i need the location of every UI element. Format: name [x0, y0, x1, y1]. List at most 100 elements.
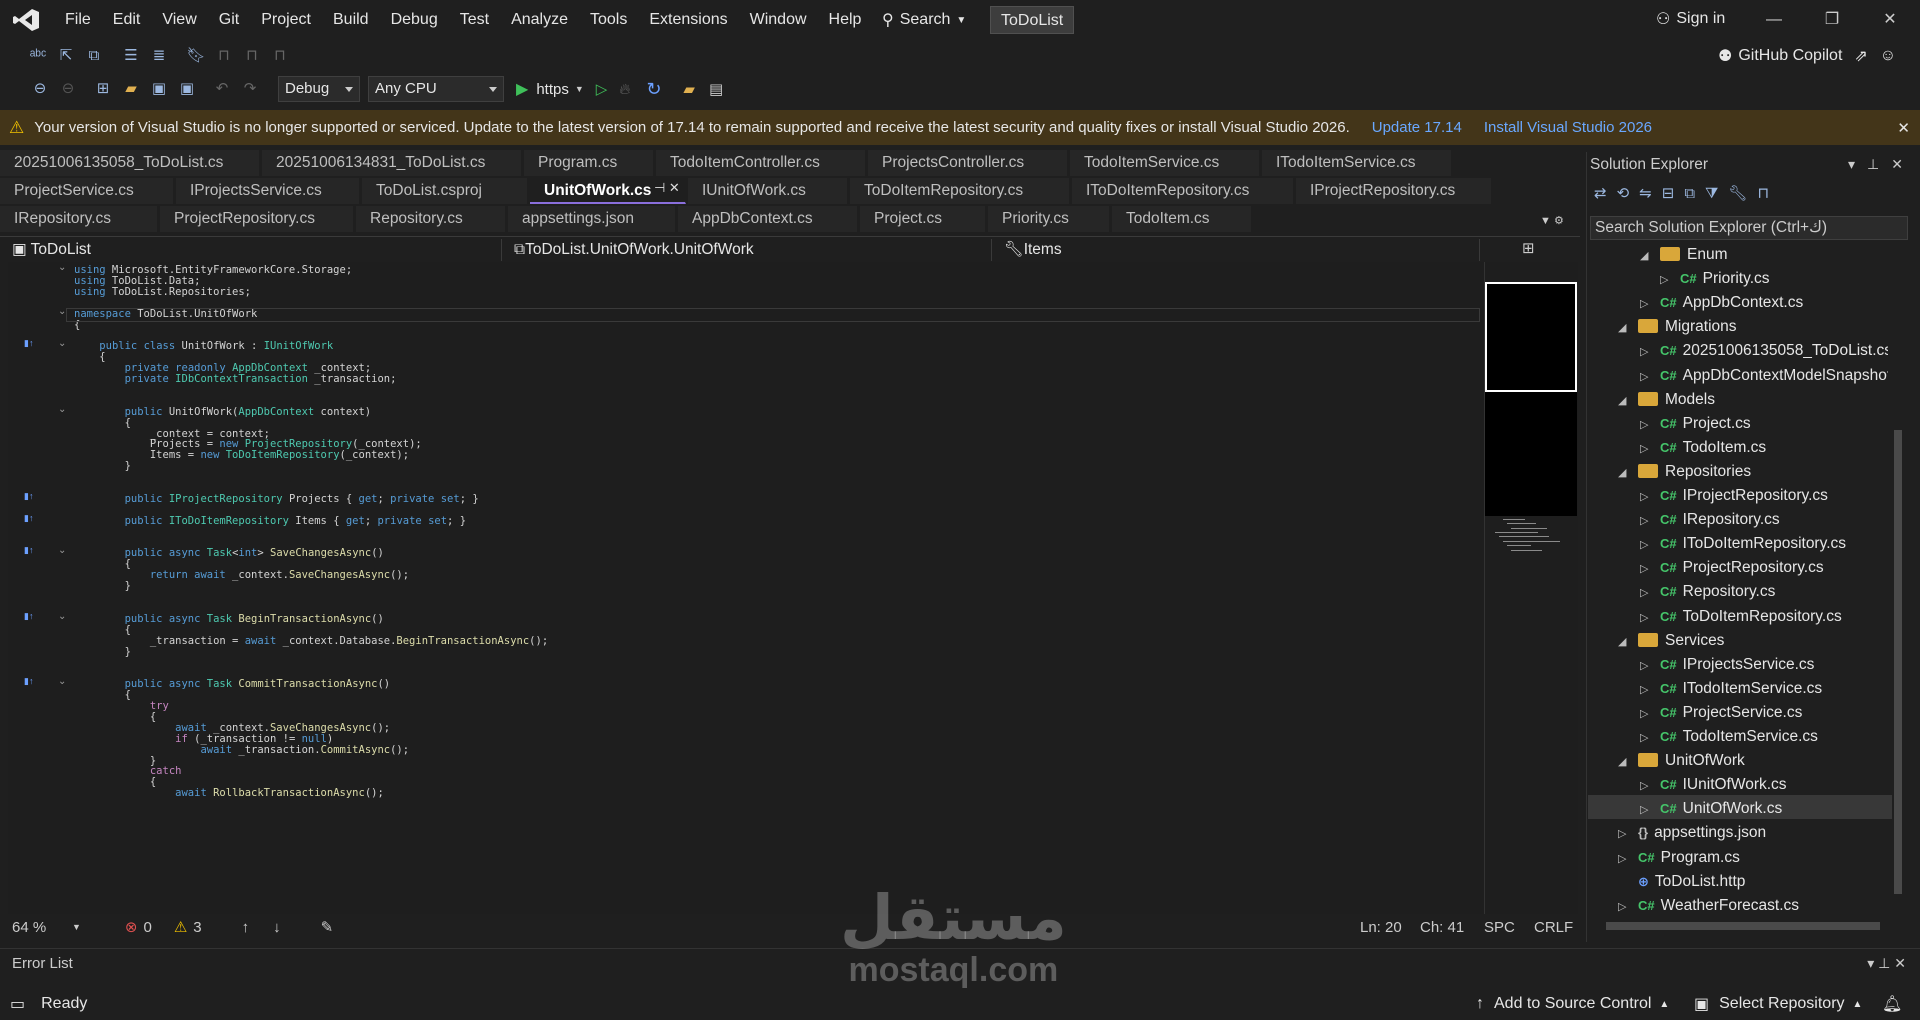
- tree-item[interactable]: ⊕ ToDoList.http: [1618, 870, 1745, 894]
- undo-icon[interactable]: ↶: [211, 78, 233, 100]
- tab-projectscontroller-cs[interactable]: ProjectsController.cs: [868, 150, 1068, 176]
- copy-icon[interactable]: ⧉: [83, 45, 105, 67]
- tab-itodoitemrepository-cs[interactable]: IToDoItemRepository.cs: [1072, 178, 1294, 204]
- tab-todolist-csproj[interactable]: ToDoList.csproj: [362, 178, 528, 204]
- tree-item[interactable]: ◢ Enum: [1640, 243, 1728, 267]
- tree-item[interactable]: ▷ C# IProjectRepository.cs: [1640, 484, 1828, 508]
- fold-toggle-icon[interactable]: ⌄: [58, 404, 66, 415]
- expand-arrow-icon[interactable]: ▷: [1640, 606, 1654, 630]
- tree-item[interactable]: ▷ C# ToDoItemRepository.cs: [1640, 605, 1842, 629]
- tab-todoitemcontroller-cs[interactable]: TodoItemController.cs: [656, 150, 866, 176]
- close-icon[interactable]: ✕: [1891, 156, 1903, 173]
- hot-reload-icon[interactable]: 🔥︎: [619, 81, 630, 98]
- start-without-debugging-icon[interactable]: ▷: [596, 80, 608, 98]
- source-control-button[interactable]: ↑ Add to Source Control ▲: [1476, 995, 1669, 1013]
- type-dropdown[interactable]: ⧉ToDoList.UnitOfWork.UnitOfWork: [506, 239, 992, 261]
- menu-build[interactable]: Build: [322, 0, 380, 40]
- warning-count[interactable]: 3: [193, 919, 201, 936]
- tree-item[interactable]: ▷ C# 20251006135058_ToDoList.cs: [1640, 339, 1888, 363]
- fold-toggle-icon[interactable]: ⌄: [58, 262, 66, 273]
- panel-actions-icon[interactable]: ▾ ⊥ ✕: [1867, 955, 1906, 972]
- save-all-icon[interactable]: ▣: [176, 78, 198, 100]
- minimize-button[interactable]: —: [1762, 8, 1786, 32]
- collapse-all-icon[interactable]: ⊟: [1662, 184, 1675, 202]
- expand-arrow-icon[interactable]: ▷: [1640, 509, 1654, 533]
- brush-icon[interactable]: ✎: [321, 918, 334, 936]
- bookmark-next-icon[interactable]: ⊓: [241, 45, 263, 67]
- menu-file[interactable]: File: [54, 0, 102, 40]
- error-count[interactable]: 0: [144, 919, 152, 936]
- preview-icon[interactable]: ⊓: [1757, 184, 1769, 202]
- project-dropdown[interactable]: ▣ ToDoList: [4, 239, 502, 261]
- expand-arrow-icon[interactable]: ▷: [1640, 340, 1654, 364]
- tree-item[interactable]: ◢ UnitOfWork: [1618, 749, 1745, 773]
- tab-todoitemservice-cs[interactable]: TodoItemService.cs: [1070, 150, 1260, 176]
- menu-analyze[interactable]: Analyze: [500, 0, 579, 40]
- close-tab-icon[interactable]: ⊣ ✕: [654, 180, 680, 196]
- switch-views-icon[interactable]: ⇄: [1594, 184, 1607, 202]
- chevron-down-icon[interactable]: ▼: [575, 84, 584, 94]
- split-editor-icon[interactable]: ⊞: [1522, 239, 1535, 257]
- collapse-arrow-icon[interactable]: ◢: [1640, 244, 1654, 268]
- search-button[interactable]: ⚲ Search ▼: [874, 7, 974, 33]
- tab-todoitem-cs[interactable]: TodoItem.cs: [1112, 206, 1252, 232]
- close-icon[interactable]: ✕: [1897, 119, 1910, 137]
- minimap-viewport[interactable]: [1485, 282, 1577, 392]
- properties-icon[interactable]: 🔧︎: [1728, 184, 1747, 202]
- tree-item[interactable]: ▷ C# AppDbContext.cs: [1640, 291, 1803, 315]
- forward-icon[interactable]: ⊖: [57, 78, 79, 100]
- tab-repository-cs[interactable]: Repository.cs: [356, 206, 506, 232]
- fold-toggle-icon[interactable]: ⌄: [58, 676, 66, 687]
- fold-toggle-icon[interactable]: ⌄: [58, 611, 66, 622]
- codelens-glyph-icon[interactable]: ▮↑: [24, 491, 33, 502]
- tab-priority-cs[interactable]: Priority.cs: [988, 206, 1110, 232]
- tree-item[interactable]: ▷ C# UnitOfWork.cs: [1640, 797, 1782, 821]
- menu-extensions[interactable]: Extensions: [638, 0, 738, 40]
- select-icon[interactable]: ⇱: [55, 45, 77, 67]
- redo-icon[interactable]: ↷: [239, 78, 261, 100]
- share-icon[interactable]: ⇗: [1854, 46, 1867, 66]
- sync-icon[interactable]: ⇋: [1639, 184, 1652, 202]
- fold-toggle-icon[interactable]: ⌄: [58, 338, 66, 349]
- tab-iprojectsservice-cs[interactable]: IProjectsService.cs: [176, 178, 360, 204]
- bookmark-prev-icon[interactable]: ⊓: [213, 45, 235, 67]
- github-copilot-button[interactable]: ⚉ GitHub Copilot ⇗ ☺: [1718, 46, 1896, 66]
- platform-select[interactable]: Any CPU: [368, 76, 504, 102]
- menu-window[interactable]: Window: [739, 0, 818, 40]
- show-all-files-icon[interactable]: ⧉: [1684, 185, 1695, 202]
- sign-in-button[interactable]: ⚇ Sign in: [1656, 9, 1725, 29]
- outdent-icon[interactable]: ≣: [148, 45, 170, 67]
- back-icon[interactable]: ⊖: [29, 78, 51, 100]
- expand-arrow-icon[interactable]: ▷: [1640, 581, 1654, 605]
- update-link[interactable]: Update 17.14: [1372, 119, 1462, 136]
- scrollbar-thumb[interactable]: [1894, 430, 1902, 894]
- collapse-arrow-icon[interactable]: ◢: [1618, 750, 1632, 774]
- menu-project[interactable]: Project: [250, 0, 322, 40]
- refresh-icon[interactable]: ↻: [646, 79, 661, 100]
- expand-arrow-icon[interactable]: ▷: [1640, 533, 1654, 557]
- codelens-glyph-icon[interactable]: ▮↑: [24, 513, 33, 524]
- tree-item[interactable]: ◢ Migrations: [1618, 315, 1737, 339]
- error-list-title[interactable]: Error List: [12, 955, 73, 972]
- tab-todoitemrepository-cs[interactable]: ToDoItemRepository.cs: [850, 178, 1070, 204]
- pin-icon[interactable]: ⊥: [1867, 156, 1879, 173]
- layout-icon[interactable]: ▤: [709, 80, 723, 98]
- expand-arrow-icon[interactable]: ▷: [1618, 822, 1632, 846]
- tab-appsettings-json[interactable]: appsettings.json: [508, 206, 676, 232]
- line-number[interactable]: Ln: 20: [1360, 919, 1402, 936]
- menu-help[interactable]: Help: [818, 0, 873, 40]
- tree-item[interactable]: ▷ C# IRepository.cs: [1640, 508, 1780, 532]
- close-window-button[interactable]: ✕: [1878, 8, 1902, 32]
- codelens-glyph-icon[interactable]: ▮↑: [24, 676, 33, 687]
- tree-item[interactable]: ▷ C# IProjectsService.cs: [1640, 653, 1814, 677]
- restore-button[interactable]: ❐: [1820, 8, 1844, 32]
- tree-item[interactable]: ▷ C# IUnitOfWork.cs: [1640, 773, 1787, 797]
- collapse-arrow-icon[interactable]: ◢: [1618, 316, 1632, 340]
- tree-item[interactable]: ◢ Models: [1618, 388, 1715, 412]
- menu-debug[interactable]: Debug: [380, 0, 449, 40]
- filter-icon[interactable]: ⧩: [1705, 185, 1718, 202]
- history-icon[interactable]: ⟲: [1617, 184, 1630, 202]
- tab-20251006135058-todolist-cs[interactable]: 20251006135058_ToDoList.cs: [0, 150, 260, 176]
- tree-item[interactable]: ▷ C# Project.cs: [1640, 412, 1751, 436]
- new-project-icon[interactable]: ⊞: [92, 78, 114, 100]
